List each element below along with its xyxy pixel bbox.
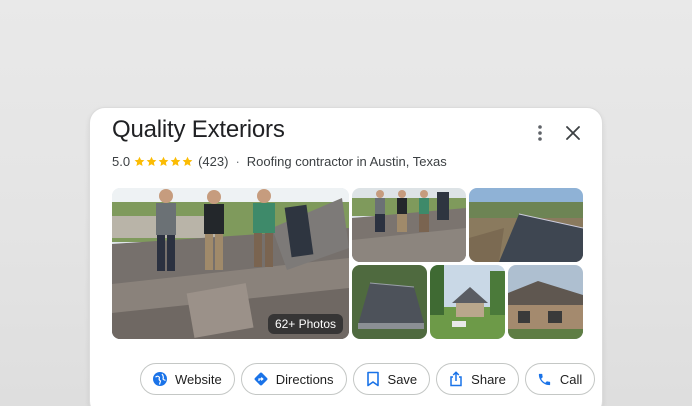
action-chips: Website Directions Save Share Call xyxy=(140,363,596,395)
call-label: Call xyxy=(559,371,583,387)
share-icon xyxy=(447,370,465,388)
photo-count-badge[interactable]: 62+ Photos xyxy=(267,314,343,334)
business-category: Roofing contractor in Austin, Texas xyxy=(246,153,447,169)
website-label: Website xyxy=(175,371,222,387)
phone-icon xyxy=(536,370,554,388)
star-rating xyxy=(134,156,194,167)
more-vert-icon xyxy=(538,125,542,141)
save-label: Save xyxy=(387,371,418,387)
close-icon xyxy=(566,126,580,140)
gallery-photo[interactable] xyxy=(352,188,466,262)
globe-icon xyxy=(151,370,169,388)
main-photo[interactable]: 62+ Photos xyxy=(112,188,349,339)
gallery-photo[interactable] xyxy=(430,265,505,339)
separator-dot: · xyxy=(235,153,240,169)
gallery-photo[interactable] xyxy=(352,265,427,339)
directions-label: Directions xyxy=(275,371,334,387)
call-button[interactable]: Call xyxy=(524,363,596,395)
directions-icon xyxy=(252,370,270,388)
more-options-button[interactable] xyxy=(528,121,552,145)
share-button[interactable]: Share xyxy=(436,363,519,395)
rating-row: 5.0 (423) · Roofing contractor in Austin… xyxy=(112,152,447,170)
star-icon xyxy=(134,156,145,166)
bookmark-icon xyxy=(364,370,382,388)
place-title: Quality Exteriors xyxy=(112,116,285,143)
gallery-photo[interactable] xyxy=(508,265,583,339)
website-button[interactable]: Website xyxy=(140,363,235,395)
star-icon xyxy=(158,156,169,166)
rating-value: 5.0 xyxy=(112,153,131,169)
star-icon xyxy=(170,156,181,166)
directions-button[interactable]: Directions xyxy=(240,363,347,395)
save-button[interactable]: Save xyxy=(352,363,431,395)
gallery-photo[interactable] xyxy=(469,188,583,262)
close-button[interactable] xyxy=(561,121,585,145)
star-icon xyxy=(182,156,193,166)
share-label: Share xyxy=(471,371,506,387)
place-card: Quality Exteriors 5.0 (423) · Roofing co… xyxy=(89,107,603,406)
review-count[interactable]: (423) xyxy=(198,154,228,169)
star-icon xyxy=(146,156,157,166)
